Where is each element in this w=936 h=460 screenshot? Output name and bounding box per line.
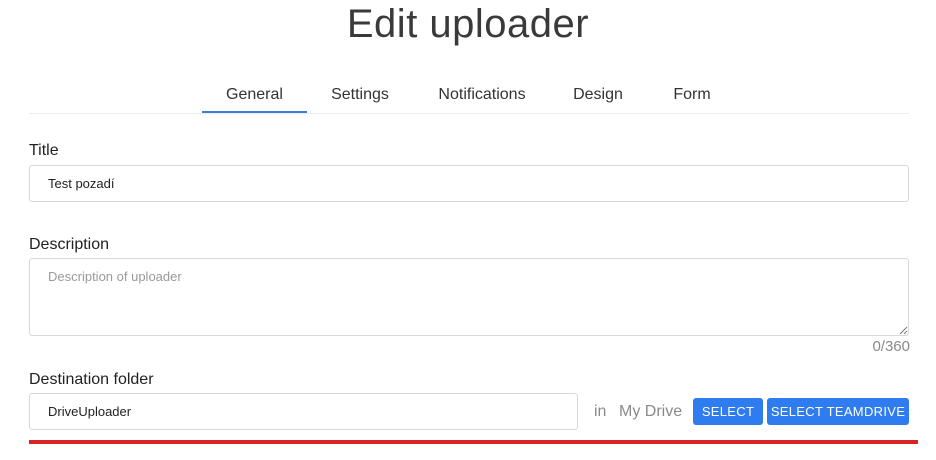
destination-folder-input[interactable] bbox=[29, 393, 578, 430]
tab-notifications[interactable]: Notifications bbox=[432, 80, 532, 113]
drive-name: My Drive bbox=[619, 403, 683, 420]
tab-bar: General Settings Notifications Design Fo… bbox=[29, 80, 909, 114]
select-teamdrive-button[interactable]: SELECT TEAMDRIVE bbox=[767, 398, 909, 425]
tab-design[interactable]: Design bbox=[567, 80, 629, 113]
title-input[interactable] bbox=[29, 165, 909, 202]
tab-settings[interactable]: Settings bbox=[325, 80, 395, 113]
error-indicator-bar bbox=[29, 440, 918, 444]
title-label: Title bbox=[29, 142, 59, 159]
select-button[interactable]: SELECT bbox=[693, 398, 763, 425]
description-label: Description bbox=[29, 236, 110, 253]
page-title: Edit uploader bbox=[346, 2, 590, 46]
tab-form[interactable]: Form bbox=[666, 80, 718, 113]
description-textarea[interactable] bbox=[29, 258, 909, 336]
resize-handle-icon[interactable] bbox=[899, 326, 908, 335]
destination-folder-label: Destination folder bbox=[29, 371, 154, 388]
description-char-counter: 0/360 bbox=[872, 338, 910, 355]
tab-general[interactable]: General bbox=[202, 80, 307, 113]
in-label: in bbox=[594, 403, 607, 420]
